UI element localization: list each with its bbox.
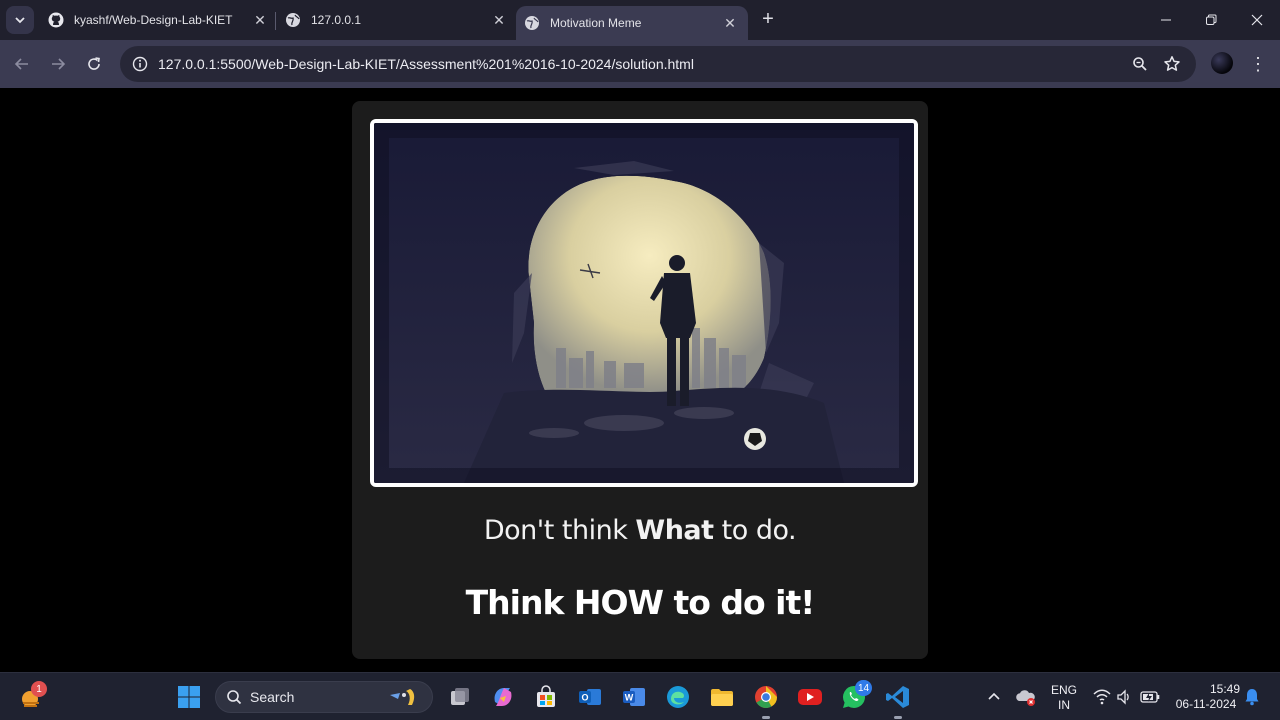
onedrive-icon bbox=[1016, 690, 1035, 706]
svg-text:O: O bbox=[581, 693, 588, 703]
arrow-left-icon bbox=[14, 58, 28, 70]
speaker-icon bbox=[1117, 689, 1129, 705]
browser-toolbar: 127.0.0.1:5500/Web-Design-Lab-KIET/Asses… bbox=[0, 40, 1280, 88]
new-tab-button[interactable]: + bbox=[758, 9, 778, 30]
profile-avatar[interactable] bbox=[1211, 52, 1233, 74]
tab-title: kyashf/Web-Design-Lab-KIET bbox=[74, 13, 233, 27]
clock-time: 15:49 bbox=[1209, 682, 1240, 696]
volume-status[interactable] bbox=[1112, 683, 1136, 711]
cave-photo bbox=[374, 123, 914, 483]
word-button[interactable]: W bbox=[620, 683, 648, 711]
globe-icon bbox=[524, 15, 540, 31]
tab-search-button[interactable] bbox=[6, 6, 34, 34]
youtube-button[interactable] bbox=[796, 683, 824, 711]
chrome-active-indicator bbox=[762, 716, 770, 719]
file-explorer-button[interactable] bbox=[708, 683, 736, 711]
language-indicator[interactable]: ENG IN bbox=[1048, 683, 1080, 713]
bookmark-star-icon[interactable] bbox=[1160, 52, 1184, 76]
tab-github[interactable]: kyashf/Web-Design-Lab-KIET ✕ bbox=[46, 0, 268, 40]
restore-icon bbox=[1206, 14, 1217, 25]
quote-line-1: Don't think What to do. bbox=[483, 515, 797, 546]
wifi-icon bbox=[1093, 689, 1111, 705]
minimize-icon bbox=[1161, 19, 1171, 21]
browser-tab-strip: kyashf/Web-Design-Lab-KIET ✕ 127.0.0.1 ✕… bbox=[0, 0, 1280, 40]
quote-emphasis: What bbox=[635, 515, 714, 546]
close-tab-icon[interactable]: ✕ bbox=[722, 15, 738, 31]
copilot-icon bbox=[494, 688, 512, 706]
copilot-button[interactable] bbox=[489, 683, 517, 711]
clock[interactable]: 15:49 06-11-2024 bbox=[1168, 682, 1244, 712]
minimize-button[interactable] bbox=[1143, 0, 1189, 40]
word-icon: W bbox=[623, 688, 645, 706]
store-icon bbox=[537, 685, 555, 707]
address-bar[interactable]: 127.0.0.1:5500/Web-Design-Lab-KIET/Asses… bbox=[120, 46, 1196, 82]
forward-button[interactable] bbox=[46, 52, 70, 76]
close-window-button[interactable] bbox=[1234, 0, 1280, 40]
address-url: 127.0.0.1:5500/Web-Design-Lab-KIET/Asses… bbox=[158, 56, 694, 72]
quote-line-2: Think HOW to do it! bbox=[465, 583, 816, 622]
windows-taskbar: 1 Search O W 14 ENG IN 15:49 06-11-2024 bbox=[0, 672, 1280, 720]
restore-button[interactable] bbox=[1188, 0, 1234, 40]
tab-localhost[interactable]: 127.0.0.1 ✕ bbox=[285, 0, 507, 40]
football bbox=[744, 428, 766, 450]
clock-date: 06-11-2024 bbox=[1175, 697, 1237, 711]
chevron-down-icon bbox=[15, 17, 25, 24]
vscode-button[interactable] bbox=[884, 683, 912, 711]
onedrive-button[interactable] bbox=[1012, 683, 1040, 711]
tab-motivation-meme[interactable]: Motivation Meme ✕ bbox=[516, 6, 748, 40]
reload-button[interactable] bbox=[82, 52, 106, 76]
page-viewport: Don't think What to do. Think HOW to do … bbox=[0, 88, 1280, 672]
close-icon bbox=[1251, 14, 1263, 26]
menu-icon[interactable]: ⋮ bbox=[1246, 52, 1270, 76]
close-tab-icon[interactable]: ✕ bbox=[252, 12, 268, 28]
folder-icon bbox=[711, 689, 733, 706]
globe-icon bbox=[285, 12, 301, 28]
task-view-icon bbox=[451, 688, 469, 705]
task-view-button[interactable] bbox=[446, 683, 474, 711]
github-icon bbox=[48, 12, 64, 28]
svg-text:W: W bbox=[625, 693, 634, 703]
search-label: Search bbox=[250, 689, 295, 705]
microsoft-store-button[interactable] bbox=[532, 683, 560, 711]
motivation-image bbox=[370, 119, 918, 487]
chevron-up-icon bbox=[988, 692, 1000, 700]
bell-icon bbox=[1245, 689, 1259, 706]
outlook-icon: O bbox=[579, 689, 601, 705]
edge-icon bbox=[667, 686, 689, 708]
battery-icon bbox=[1140, 691, 1160, 703]
battery-status[interactable] bbox=[1136, 683, 1164, 711]
start-button[interactable] bbox=[175, 683, 203, 711]
back-button[interactable] bbox=[10, 52, 34, 76]
zoom-icon[interactable] bbox=[1128, 52, 1152, 76]
arrow-right-icon bbox=[52, 58, 66, 70]
chrome-icon bbox=[755, 686, 777, 708]
search-icon bbox=[227, 690, 242, 705]
meme-card: Don't think What to do. Think HOW to do … bbox=[352, 101, 928, 659]
tab-title: 127.0.0.1 bbox=[311, 13, 362, 27]
search-highlight-icon bbox=[390, 689, 415, 705]
site-info-icon[interactable] bbox=[122, 46, 158, 82]
edge-button[interactable] bbox=[664, 683, 692, 711]
tab-separator bbox=[275, 12, 276, 30]
notification-button[interactable] bbox=[1240, 683, 1264, 711]
weather-badge: 1 bbox=[31, 681, 47, 697]
taskbar-search-box[interactable]: Search bbox=[215, 681, 433, 713]
vscode-icon bbox=[886, 686, 909, 708]
show-hidden-icons-button[interactable] bbox=[980, 683, 1008, 711]
outlook-button[interactable]: O bbox=[576, 683, 604, 711]
windows-logo-icon bbox=[178, 686, 200, 708]
chrome-button[interactable] bbox=[752, 683, 780, 711]
tab-title: Motivation Meme bbox=[550, 16, 642, 30]
youtube-icon bbox=[798, 689, 822, 705]
whatsapp-badge: 14 bbox=[855, 680, 873, 696]
reload-icon bbox=[88, 57, 100, 70]
close-tab-icon[interactable]: ✕ bbox=[491, 12, 507, 28]
vscode-active-indicator bbox=[894, 716, 902, 719]
